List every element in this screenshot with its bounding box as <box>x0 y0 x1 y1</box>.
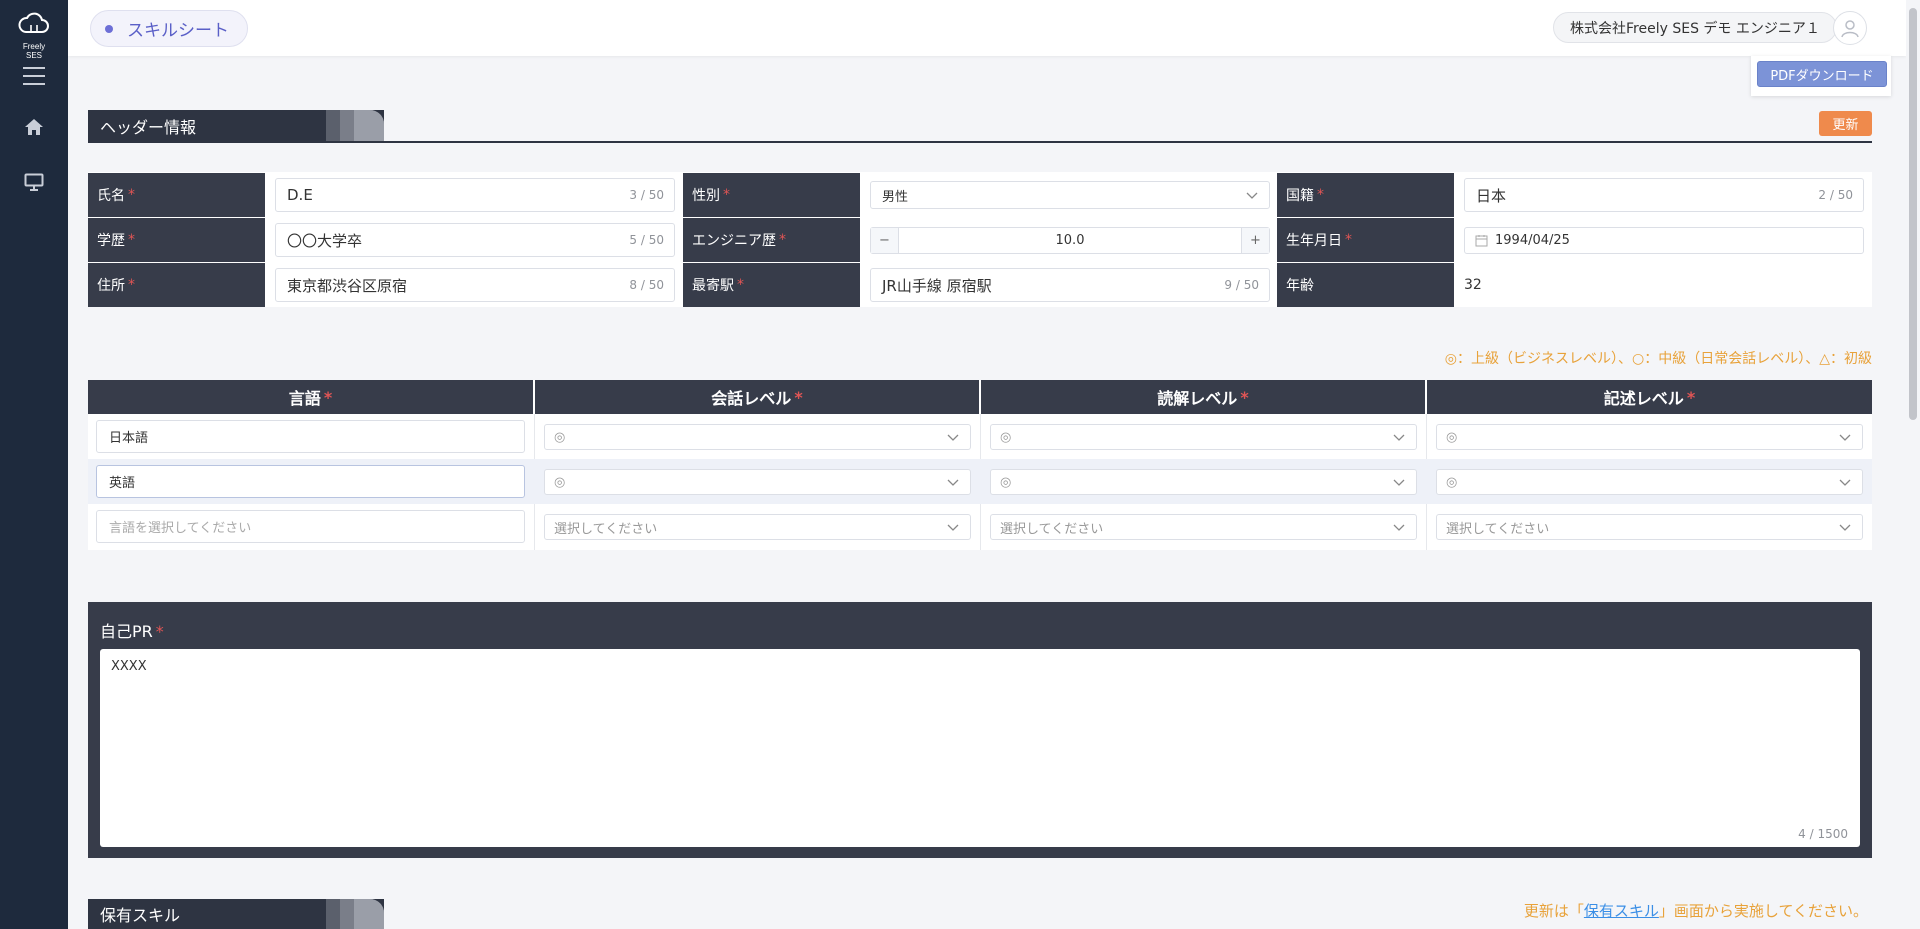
writing-level-select[interactable]: ◎ <box>1436 424 1863 450</box>
menu-toggle-button[interactable] <box>20 62 48 90</box>
label-birthday: 生年月日 * <box>1277 218 1454 262</box>
home-icon <box>25 119 43 135</box>
address-input[interactable]: 東京都渋谷区原宿 8 / 50 <box>275 268 675 302</box>
speaking-level-select[interactable]: 選択してください <box>544 514 971 540</box>
education-input[interactable]: 〇〇大学卒 5 / 50 <box>275 223 675 257</box>
speaking-level-select[interactable]: ◎ <box>544 469 971 495</box>
chevron-down-icon <box>1393 524 1405 531</box>
new-language-input[interactable]: 言語を選択してください <box>96 510 525 543</box>
section-divider <box>88 141 1872 143</box>
label-name: 氏名 * <box>88 173 265 217</box>
reading-level-select[interactable]: ◎ <box>990 424 1417 450</box>
self-pr-label: 自己PR * <box>100 622 164 641</box>
label-engineer-years: エンジニア歴 * <box>683 218 860 262</box>
pdf-download-button[interactable]: PDFダウンロード <box>1757 61 1887 87</box>
skills-page-link[interactable]: 保有スキル <box>1584 902 1659 920</box>
station-input[interactable]: JR山手線 原宿駅 9 / 50 <box>870 268 1270 302</box>
section-header-info: ヘッダー情報 <box>88 110 384 142</box>
name-input[interactable]: D.E 3 / 50 <box>275 178 675 212</box>
station-counter: 9 / 50 <box>1224 278 1259 292</box>
self-pr-section: 自己PR * XXXX 4 / 1500 <box>88 602 1872 858</box>
hamburger-icon <box>23 67 45 85</box>
self-pr-counter: 4 / 1500 <box>1798 827 1848 841</box>
language-input[interactable]: 日本語 <box>96 420 525 453</box>
nationality-input[interactable]: 日本 2 / 50 <box>1464 178 1864 212</box>
label-age: 年齢 <box>1277 263 1454 307</box>
top-bar: スキルシート 株式会社Freely SES デモ エンジニア１ <box>68 0 1906 56</box>
table-row: 英語 ◎ ◎ ◎ <box>88 459 1872 504</box>
age-value: 32 <box>1464 277 1482 293</box>
engineer-years-value: 10.0 <box>1055 233 1085 248</box>
header-info-grid: 氏名 * D.E 3 / 50 性別 * 男性 国籍 * 日本 2 / 50 学歴 * … <box>88 172 1872 307</box>
birthday-date-picker[interactable]: 1994/04/25 <box>1464 227 1864 254</box>
language-input[interactable]: 英語 <box>96 465 525 498</box>
chevron-down-icon <box>1839 479 1851 486</box>
update-button[interactable]: 更新 <box>1819 111 1872 136</box>
pdf-download-panel: PDFダウンロード <box>1751 56 1891 96</box>
label-gender: 性別 * <box>683 173 860 217</box>
chevron-down-icon <box>1839 524 1851 531</box>
increment-button[interactable]: + <box>1241 228 1269 253</box>
label-station: 最寄駅 * <box>683 263 860 307</box>
column-header-reading: 読解レベル * <box>981 380 1425 414</box>
sidebar: Freely SES <box>0 0 68 929</box>
gender-select[interactable]: 男性 <box>870 181 1270 209</box>
monitor-icon <box>24 173 44 191</box>
self-pr-textarea[interactable]: XXXX 4 / 1500 <box>100 649 1860 847</box>
writing-level-select[interactable]: ◎ <box>1436 469 1863 495</box>
tab-decoration <box>354 110 384 142</box>
name-counter: 3 / 50 <box>629 188 664 202</box>
user-menu-button[interactable] <box>1833 11 1867 45</box>
cloud-logo-icon <box>18 12 49 33</box>
reading-level-select[interactable]: 選択してください <box>990 514 1417 540</box>
company-user-badge: 株式会社Freely SES デモ エンジニア１ <box>1553 12 1837 43</box>
chevron-down-icon <box>947 434 959 441</box>
calendar-icon <box>1475 235 1488 247</box>
label-address: 住所 * <box>88 263 265 307</box>
section-title: 保有スキル <box>100 906 181 925</box>
tab-decoration <box>354 899 384 929</box>
engineer-years-stepper[interactable]: − 10.0 + <box>870 227 1270 254</box>
section-title: ヘッダー情報 <box>100 118 197 137</box>
title-dot-icon <box>105 24 113 33</box>
label-nationality: 国籍 * <box>1277 173 1454 217</box>
column-header-writing: 記述レベル * <box>1427 380 1872 414</box>
chevron-down-icon <box>947 479 959 486</box>
chevron-down-icon <box>1393 479 1405 486</box>
language-table: 言語 * 会話レベル * 読解レベル * 記述レベル * 日本語 ◎ ◎ ◎ 英語 ◎ <box>88 380 1872 550</box>
label-education: 学歴 * <box>88 218 265 262</box>
logo-text: Freely SES <box>22 42 46 60</box>
column-header-speaking: 会話レベル * <box>535 380 979 414</box>
chevron-down-icon <box>1839 434 1851 441</box>
skills-update-note: 更新は「保有スキル」画面から実施してください。 <box>1523 902 1868 920</box>
chevron-down-icon <box>1393 434 1405 441</box>
chevron-down-icon <box>947 524 959 531</box>
address-counter: 8 / 50 <box>629 278 664 292</box>
reading-level-select[interactable]: ◎ <box>990 469 1417 495</box>
page-title-pill: スキルシート <box>90 10 248 47</box>
language-level-legend: ◎：上級（ビジネスレベル）、○：中級（日常会話レベル）、△：初級 <box>1444 351 1872 367</box>
table-row-new: 言語を選択してください 選択してください 選択してください 選択してください <box>88 504 1872 549</box>
nav-monitor[interactable] <box>20 168 48 196</box>
nationality-counter: 2 / 50 <box>1818 188 1853 202</box>
scrollbar-thumb[interactable] <box>1909 8 1917 420</box>
decrement-button[interactable]: − <box>871 228 899 253</box>
chevron-down-icon <box>1246 192 1258 199</box>
writing-level-select[interactable]: 選択してください <box>1436 514 1863 540</box>
app-logo[interactable]: Freely SES <box>14 10 54 60</box>
page-title: スキルシート <box>127 21 229 41</box>
education-counter: 5 / 50 <box>629 233 664 247</box>
user-icon <box>1841 20 1859 38</box>
speaking-level-select[interactable]: ◎ <box>544 424 971 450</box>
section-header-skills: 保有スキル <box>88 899 384 929</box>
column-header-language: 言語 * <box>88 380 533 414</box>
nav-home[interactable] <box>20 113 48 141</box>
table-row: 日本語 ◎ ◎ ◎ <box>88 414 1872 459</box>
